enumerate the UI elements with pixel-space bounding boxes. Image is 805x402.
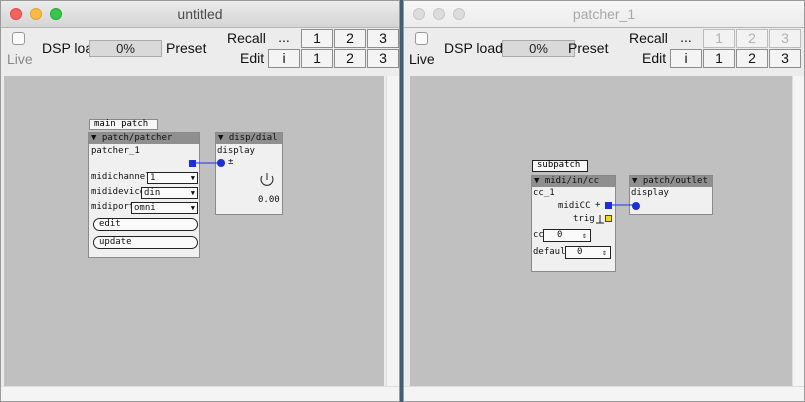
patch-cords — [196, 162, 221, 164]
window-untitled: untitled Live DSP load 0% Preset Recall … — [0, 0, 400, 402]
edit-preset-2-button[interactable]: 2 — [736, 49, 768, 68]
dsp-load-meter: 0% — [502, 40, 575, 57]
live-checkbox[interactable] — [12, 32, 25, 45]
title-bar[interactable]: patcher_1 — [404, 1, 804, 28]
live-label: Live — [7, 51, 33, 67]
recall-preset-2-button[interactable]: 2 — [736, 29, 768, 48]
live-checkbox[interactable] — [415, 32, 428, 45]
preset-label: Preset — [568, 40, 609, 56]
recall-label: Recall — [227, 30, 266, 46]
window-title: patcher_1 — [572, 6, 636, 22]
vertical-scrollbar[interactable] — [792, 76, 804, 401]
recall-preset-1-button[interactable]: 1 — [301, 29, 333, 48]
edit-label: Edit — [240, 50, 265, 66]
horizontal-scrollbar[interactable] — [1, 386, 399, 401]
recall-preset-2-button[interactable]: 2 — [334, 29, 366, 48]
preset-more-button[interactable]: ... — [268, 29, 300, 48]
preset-info-button[interactable]: i — [268, 49, 300, 68]
vertical-scrollbar[interactable] — [386, 76, 399, 401]
window-patcher-1: patcher_1 Live DSP load 0% Preset Recall… — [403, 0, 805, 402]
recall-preset-3-button[interactable]: 3 — [769, 29, 801, 48]
dsp-load-label: DSP load — [444, 40, 503, 56]
preset-info-button[interactable]: i — [670, 49, 702, 68]
window-title: untitled — [177, 6, 223, 22]
title-bar[interactable]: untitled — [1, 1, 399, 28]
live-label: Live — [409, 51, 435, 67]
preset-more-button[interactable]: ... — [670, 29, 702, 48]
preset-label: Preset — [166, 40, 207, 56]
recall-label: Recall — [629, 30, 668, 46]
patch-cords — [611, 204, 635, 206]
edit-preset-3-button[interactable]: 3 — [367, 49, 399, 68]
patch-canvas[interactable]: subpatch ▼ midi/in/cc cc_1 midiCC + trig… — [410, 76, 794, 391]
edit-preset-1-button[interactable]: 1 — [703, 49, 735, 68]
recall-preset-3-button[interactable]: 3 — [367, 29, 399, 48]
edit-preset-3-button[interactable]: 3 — [769, 49, 801, 68]
patch-canvas[interactable]: main patch ▼ patch/patcher patcher_1 mid… — [4, 76, 384, 386]
edit-preset-2-button[interactable]: 2 — [334, 49, 366, 68]
edit-preset-1-button[interactable]: 1 — [301, 49, 333, 68]
horizontal-scrollbar[interactable] — [404, 386, 804, 401]
recall-preset-1-button[interactable]: 1 — [703, 29, 735, 48]
edit-label: Edit — [642, 50, 667, 66]
dsp-load-meter: 0% — [89, 40, 162, 57]
